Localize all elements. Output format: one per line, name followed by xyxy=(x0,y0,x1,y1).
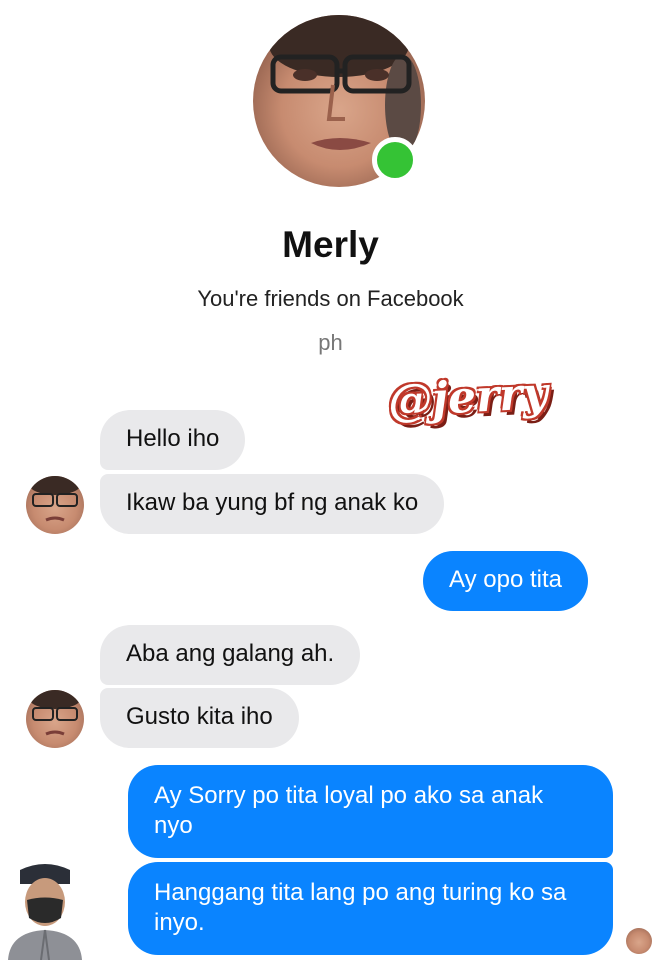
message-bubble-outgoing[interactable]: Ay Sorry po tita loyal po ako sa anak ny… xyxy=(128,765,613,858)
friendship-status: You're friends on Facebook xyxy=(197,286,464,311)
seen-indicator-avatar xyxy=(626,928,652,954)
message-bubble-incoming[interactable]: Hello iho xyxy=(100,410,246,470)
message-bubble-outgoing[interactable]: Hanggang tita lang po ang turing ko sa i… xyxy=(128,862,613,955)
avatar-face-icon xyxy=(29,476,81,522)
contact-name: Merly xyxy=(282,224,379,265)
contact-location: ph xyxy=(318,330,343,355)
message-bubble-incoming[interactable]: Gusto kita iho xyxy=(100,688,299,748)
avatar-face-icon xyxy=(29,690,81,736)
message-bubble-outgoing[interactable]: Ay opo tita xyxy=(423,551,588,611)
watermark: @jerry xyxy=(386,367,550,428)
contact-avatar[interactable] xyxy=(26,690,84,748)
online-status-indicator xyxy=(372,137,418,183)
message-bubble-incoming[interactable]: Ikaw ba yung bf ng anak ko xyxy=(100,474,445,534)
person-with-mask-icon xyxy=(8,864,82,961)
message-bubble-incoming[interactable]: Aba ang galang ah. xyxy=(100,625,361,685)
contact-avatar[interactable] xyxy=(26,476,84,534)
user-photo-sticker xyxy=(0,862,90,961)
